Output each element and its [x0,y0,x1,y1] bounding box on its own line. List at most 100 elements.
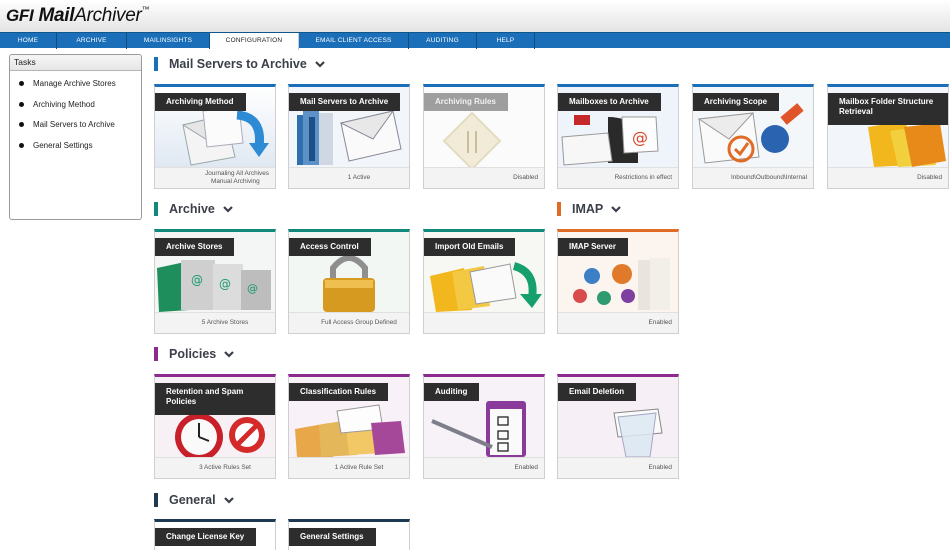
tile-mail-servers[interactable]: Mail Servers to Archive 1 Active [288,84,410,189]
tile-archiving-scope[interactable]: Archiving Scope Inbound\Outbound\Interna… [692,84,814,189]
product-name-part1: Mail [38,5,75,26]
chevron-down-icon [223,206,233,213]
tile-email-deletion[interactable]: Email Deletion Enabled [557,374,679,479]
vendor-logo: GFI [6,6,34,25]
chevron-down-icon [224,351,235,358]
section-marker [154,493,158,507]
tile-imap-server[interactable]: IMAP Server Enabled [557,229,679,334]
tile-status: Enabled [558,312,678,333]
tile-archive-stores[interactable]: @ @ @ Archive Stores 5 Archive Stores [154,229,276,334]
status-text: 1 Active Rule Set [334,464,384,471]
task-list: Manage Archive Stores Archiving Method M… [10,71,141,161]
tile-label: Access Control [289,238,371,256]
bullet-icon [19,101,24,107]
tile-auditing[interactable]: Auditing Enabled [423,374,545,479]
section-archive[interactable]: Archive [154,202,235,216]
task-manage-archive-stores[interactable]: Manage Archive Stores [10,78,141,99]
chevron-down-icon [315,61,325,68]
tile-label: Archiving Method [155,93,246,111]
section-title: General [169,493,216,507]
svg-text:@: @ [191,273,203,287]
tile-label: Email Deletion [558,383,637,401]
nav-tab-archive[interactable]: Archive [57,33,127,49]
tile-mailbox-folder-structure[interactable]: Mailbox Folder Structure Retrieval Disab… [827,84,949,189]
tile-status: 3 Active Rules Set [155,457,275,478]
task-label: Archiving Method [33,99,95,109]
section-marker [557,202,561,216]
task-mail-servers-to-archive[interactable]: Mail Servers to Archive [10,119,141,140]
status-line-2: Manual Archiving [211,178,260,185]
tasks-panel: Tasks Manage Archive Stores Archiving Me… [9,54,142,220]
tile-label: IMAP Server [558,238,628,256]
section-imap[interactable]: IMAP [557,202,623,216]
nav-tab-auditing[interactable]: Auditing [409,33,477,49]
trademark: ™ [141,5,150,14]
section-marker [154,347,158,361]
task-general-settings[interactable]: General Settings [10,140,141,161]
nav-tab-email-client-access[interactable]: Email Client Access [299,33,409,49]
tile-label: Archiving Scope [693,93,780,111]
tile-label: Archive Stores [155,238,235,256]
tile-status: Disabled [424,167,544,188]
section-general[interactable]: General [154,493,236,507]
tile-status: Restrictions in effect [558,167,678,188]
status-text: 1 Active [347,174,371,181]
tile-status: Disabled [828,167,948,188]
tile-status [424,312,544,333]
main-nav: Home Archive MailInsights Configuration … [0,32,950,50]
tile-archiving-rules[interactable]: Archiving Rules Disabled [423,84,545,189]
bullet-icon [19,122,24,128]
status-text: Restrictions in effect [614,174,672,181]
status-text: Enabled [648,464,672,471]
nav-tab-help[interactable]: Help [477,33,535,49]
tasks-title: Tasks [10,55,141,71]
status-text: Full Access Group Defined [321,319,397,326]
section-title: IMAP [572,202,604,216]
section-title: Policies [169,347,217,361]
tile-archiving-method[interactable]: Archiving Method Journaling All Archives… [154,84,276,189]
chevron-down-icon [611,206,622,213]
task-label: Mail Servers to Archive [33,120,115,130]
svg-text:@: @ [247,282,258,295]
status-text: 5 Archive Stores [201,319,249,326]
tile-general-settings[interactable]: General Settings [288,519,410,550]
task-label: Manage Archive Stores [33,79,116,88]
nav-tab-configuration[interactable]: Configuration [210,33,299,50]
svg-text:@: @ [632,128,648,147]
tile-status: Enabled [558,457,678,478]
tile-label: Mailbox Folder Structure Retrieval [828,93,948,125]
nav-tab-mailinsights[interactable]: MailInsights [127,33,210,49]
task-label: General Settings [33,141,93,151]
section-mail-servers[interactable]: Mail Servers to Archive [154,57,327,71]
status-text: Disabled [917,174,942,181]
nav-tab-home[interactable]: Home [0,33,57,49]
tile-label: Retention and Spam Policies [155,383,275,415]
app-logo: GFI MailArchiver™ [6,5,149,27]
status-text: Enabled [648,319,672,326]
status-line-1: Journaling All Archives [205,170,269,177]
tile-access-control[interactable]: Access Control Full Access Group Defined [288,229,410,334]
bullet-icon [19,81,24,86]
tile-import-old-emails[interactable]: Import Old Emails [423,229,545,334]
status-text: 3 Active Rules Set [199,464,251,471]
tile-label: General Settings [289,528,376,546]
section-title: Mail Servers to Archive [169,57,307,71]
tile-mailboxes[interactable]: @ Mailboxes to Archive Restrictions in e… [557,84,679,189]
tile-status: Enabled [424,457,544,478]
tile-status: 1 Active Rule Set [289,457,409,478]
tile-change-license-key[interactable]: Change License Key [154,519,276,550]
tile-classification-rules[interactable]: Classification Rules 1 Active Rule Set [288,374,410,479]
section-marker [154,202,158,216]
section-policies[interactable]: Policies [154,347,236,361]
tile-retention-spam[interactable]: Retention and Spam Policies 3 Active Rul… [154,374,276,479]
product-name-part2: Archiver [74,5,142,26]
tile-label: Import Old Emails [424,238,516,256]
section-marker [154,57,158,71]
tile-label: Auditing [424,383,480,401]
tile-label: Classification Rules [289,383,389,401]
tile-status: 1 Active [289,167,409,188]
bullet-icon [19,143,24,149]
task-archiving-method[interactable]: Archiving Method [10,99,141,120]
tile-label: Mailboxes to Archive [558,93,661,111]
tile-status: Full Access Group Defined [289,312,409,333]
